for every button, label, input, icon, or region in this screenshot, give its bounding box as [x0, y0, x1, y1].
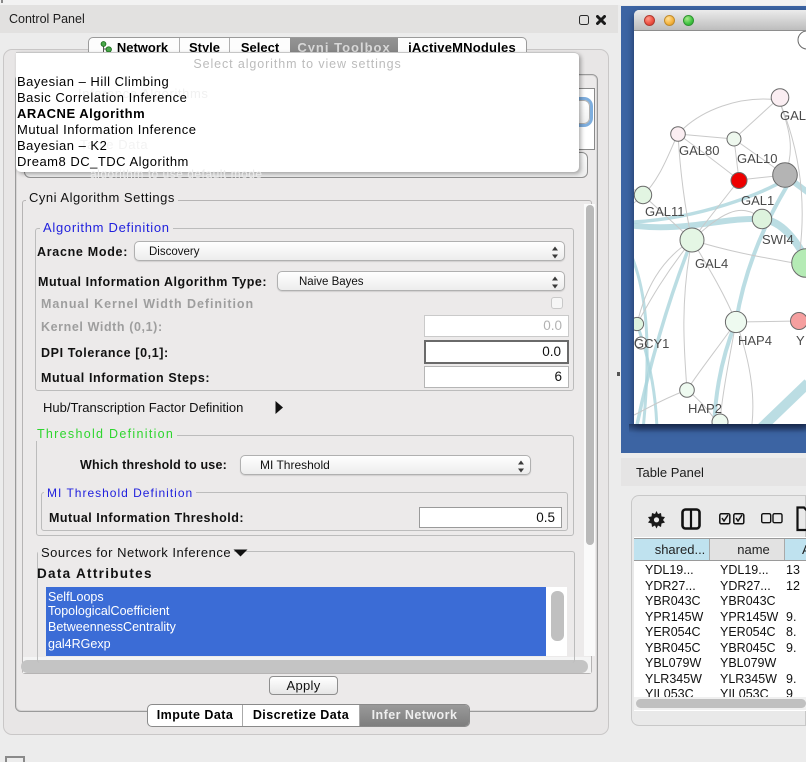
- svg-text:GAL11: GAL11: [645, 204, 685, 219]
- svg-text:GAL4: GAL4: [695, 256, 728, 271]
- svg-text:HAP2: HAP2: [688, 401, 722, 416]
- svg-text:SWI4: SWI4: [762, 232, 794, 247]
- svg-text:GCY1: GCY1: [634, 336, 669, 351]
- svg-text:HAP4: HAP4: [738, 333, 772, 348]
- svg-text:GAL7: GAL7: [780, 108, 806, 123]
- svg-text:GAL1: GAL1: [741, 193, 774, 208]
- svg-text:GAL10: GAL10: [737, 151, 777, 166]
- svg-text:GAL80: GAL80: [679, 143, 719, 158]
- svg-text:Y: Y: [796, 333, 805, 348]
